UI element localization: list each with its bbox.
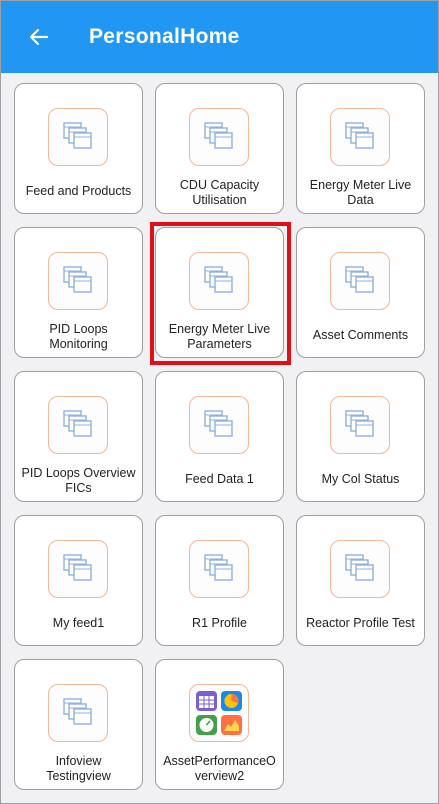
dashboard-tile[interactable]: R1 Profile	[155, 515, 284, 646]
stacked-windows-icon	[204, 266, 233, 293]
dashboard-tile[interactable]: Feed and Products	[14, 83, 143, 214]
tile-label: Energy Meter Live Parameters	[168, 321, 271, 351]
stacked-windows-icon	[63, 266, 92, 293]
tile-icon-frame	[330, 108, 390, 166]
stacked-windows-icon	[63, 698, 92, 725]
stacked-windows-icon	[63, 410, 92, 437]
stacked-windows-icon	[345, 410, 374, 437]
tile-grid: Feed and Products CDU Capacity Utilisatio…	[14, 83, 425, 790]
tile-icon-frame	[330, 540, 390, 598]
tile-label: Feed Data 1	[185, 472, 254, 486]
tile-label: My feed1	[52, 616, 105, 630]
dashboard-tile[interactable]: PID Loops Monitoring	[14, 227, 143, 358]
tile-label: Feed and Products	[25, 184, 132, 198]
app-frame: PersonalHome Feed and Products CDU Capaci…	[0, 0, 439, 804]
tile-label: Asset Comments	[312, 328, 409, 342]
tile-icon-frame	[48, 540, 108, 598]
dashboard-tile[interactable]: Feed Data 1	[155, 371, 284, 502]
dashboard-tile[interactable]: AssetPerformanceO verview2	[155, 659, 284, 790]
tile-label: PID Loops Overview FICs	[21, 465, 136, 495]
tile-label: R1 Profile	[192, 616, 247, 630]
tile-icon-frame	[48, 684, 108, 742]
tile-label: PID Loops Monitoring	[49, 321, 108, 351]
stacked-windows-icon	[345, 554, 374, 581]
dashboard-tile[interactable]: PID Loops Overview FICs	[14, 371, 143, 502]
tile-label: AssetPerformanceO verview2	[163, 753, 276, 783]
app-bar: PersonalHome	[1, 1, 438, 73]
dashboard-widgets-icon	[196, 691, 242, 735]
stacked-windows-icon	[204, 554, 233, 581]
tile-icon-frame	[189, 396, 249, 454]
stacked-windows-icon	[345, 266, 374, 293]
tile-icon-frame	[189, 540, 249, 598]
tile-icon-frame	[189, 252, 249, 310]
back-button[interactable]	[17, 15, 61, 59]
arrow-left-icon	[29, 28, 49, 46]
stacked-windows-icon	[204, 122, 233, 149]
tile-icon-frame	[48, 252, 108, 310]
stacked-windows-icon	[204, 410, 233, 437]
tile-icon-frame	[330, 396, 390, 454]
tile-icon-frame	[330, 252, 390, 310]
dashboard-tile[interactable]: Infoview Testingview	[14, 659, 143, 790]
dashboard-tile[interactable]: Reactor Profile Test	[296, 515, 425, 646]
tile-label: Infoview Testingview	[46, 753, 111, 783]
dashboard-tile[interactable]: Energy Meter Live Parameters	[155, 227, 284, 358]
tile-icon-frame	[48, 108, 108, 166]
dashboard-tile[interactable]: Asset Comments	[296, 227, 425, 358]
tile-icon-frame	[189, 684, 249, 742]
tile-label: My Col Status	[321, 472, 400, 486]
dashboard-tile[interactable]: Energy Meter Live Data	[296, 83, 425, 214]
dashboard-tile[interactable]: My feed1	[14, 515, 143, 646]
stacked-windows-icon	[63, 122, 92, 149]
tile-label: Reactor Profile Test	[306, 616, 415, 630]
dashboard-tile[interactable]: CDU Capacity Utilisation	[155, 83, 284, 214]
tile-icon-frame	[48, 396, 108, 454]
page-title: PersonalHome	[89, 25, 240, 48]
tile-label: Energy Meter Live Data	[309, 177, 412, 207]
tile-icon-frame	[189, 108, 249, 166]
stacked-windows-icon	[345, 122, 374, 149]
stacked-windows-icon	[63, 554, 92, 581]
tile-label: CDU Capacity Utilisation	[179, 177, 260, 207]
dashboard-tile[interactable]: My Col Status	[296, 371, 425, 502]
